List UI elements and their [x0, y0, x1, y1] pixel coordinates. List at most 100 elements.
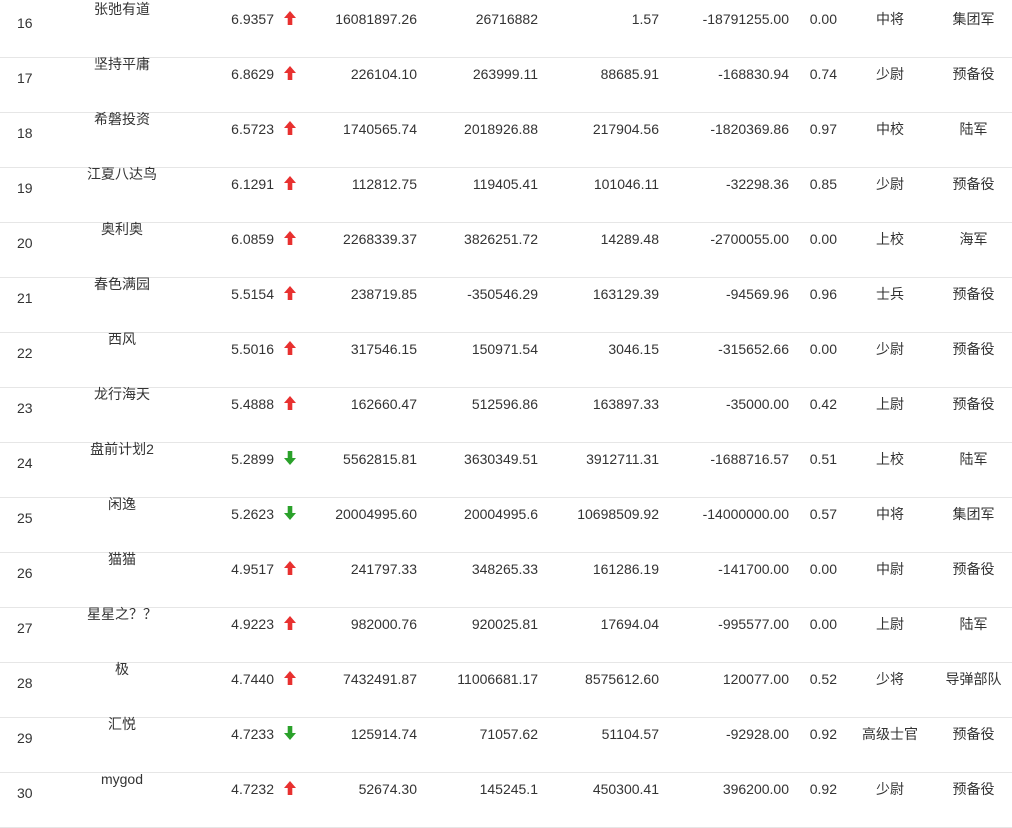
name-cell[interactable]: 盘前计划2	[40, 440, 204, 458]
ratio-cell: 0.85	[809, 176, 837, 192]
table-row[interactable]: 30 mygod 4.7232 52674.30 145245.1 450300.41 39…	[0, 770, 1012, 828]
military-rank-cell: 上尉	[876, 396, 904, 412]
value-cell: 52674.30	[358, 781, 417, 797]
table-row[interactable]: 19 江夏八达鸟 6.1291 112812.75 119405.41 101046.11…	[0, 165, 1012, 223]
arrow-up-icon	[283, 560, 297, 578]
value-cell: 119405.41	[472, 176, 538, 192]
table-row[interactable]: 23 龙行海天 5.4888 162660.47 512596.86 163897.33 -…	[0, 385, 1012, 443]
value-cell: -32298.36	[725, 176, 789, 192]
table-row[interactable]: 17 坚持平庸 6.8629 226104.10 263999.11 88685.91 -1…	[0, 55, 1012, 113]
ratio-cell: 0.92	[809, 781, 837, 797]
ratio-cell: 0.57	[809, 506, 837, 522]
value-cell: 3826251.72	[464, 231, 538, 247]
score-cell: 4.7440	[231, 671, 274, 687]
name-cell[interactable]: 春色满园	[40, 275, 204, 293]
military-rank-cell: 少尉	[876, 176, 904, 192]
arrow-up-icon	[283, 65, 297, 83]
ratio-cell: 0.74	[809, 66, 837, 82]
value-cell: 317546.15	[350, 341, 417, 357]
score-cell: 4.9517	[231, 561, 274, 577]
ratio-cell: 0.97	[809, 121, 837, 137]
table-row[interactable]: 24 盘前计划2 5.2899 5562815.81 3630349.51 3912711…	[0, 440, 1012, 498]
rank-cell: 17	[17, 70, 33, 86]
name-cell[interactable]: 龙行海天	[40, 385, 204, 403]
name-cell[interactable]: 猫猫	[40, 550, 204, 568]
table-row[interactable]: 26 猫猫 4.9517 241797.33 348265.33 161286.19 -14…	[0, 550, 1012, 608]
name-cell[interactable]: 西风	[40, 330, 204, 348]
value-cell: -92928.00	[725, 726, 789, 742]
rank-cell: 30	[17, 785, 33, 801]
name-cell[interactable]: 闲逸	[40, 495, 204, 513]
value-cell: 125914.74	[350, 726, 417, 742]
table-row[interactable]: 16 张弛有道 6.9357 16081897.26 26716882 1.57 -1879…	[0, 0, 1012, 58]
rank-cell: 29	[17, 730, 33, 746]
military-rank-cell: 中将	[876, 506, 904, 522]
value-cell: 396200.00	[722, 781, 789, 797]
ratio-cell: 0.00	[809, 341, 837, 357]
name-cell[interactable]: 极	[40, 660, 204, 678]
value-cell: 263999.11	[472, 66, 538, 82]
arrow-up-icon	[283, 10, 297, 28]
name-cell[interactable]: 汇悦	[40, 715, 204, 733]
table-row[interactable]: 22 西风 5.5016 317546.15 150971.54 3046.15 -3156…	[0, 330, 1012, 388]
table-row[interactable]: 29 汇悦 4.7233 125914.74 71057.62 51104.57 -9292…	[0, 715, 1012, 773]
army-cell: 预备役	[952, 561, 995, 577]
table-row[interactable]: 18 希磐投资 6.5723 1740565.74 2018926.88 217904.5…	[0, 110, 1012, 168]
arrow-up-icon	[283, 120, 297, 138]
score-cell: 4.7233	[231, 726, 274, 742]
table-row[interactable]: 20 奥利奥 6.0859 2268339.37 3826251.72 14289.48 -…	[0, 220, 1012, 278]
value-cell: 226104.10	[350, 66, 417, 82]
military-rank-cell: 中将	[876, 11, 904, 27]
arrow-up-icon	[283, 175, 297, 193]
name-cell[interactable]: 星星之？？	[40, 605, 204, 623]
army-cell: 预备役	[952, 781, 995, 797]
value-cell: 112812.75	[351, 176, 417, 192]
value-cell: 1.57	[631, 11, 659, 27]
value-cell: 162660.47	[350, 396, 417, 412]
army-cell: 预备役	[952, 726, 995, 742]
value-cell: 14289.48	[600, 231, 659, 247]
rank-cell: 26	[17, 565, 33, 581]
value-cell: 16081897.26	[335, 11, 417, 27]
score-cell: 5.5154	[231, 286, 274, 302]
table-row[interactable]: 27 星星之？？ 4.9223 982000.76 920025.81 17694.04 -…	[0, 605, 1012, 663]
arrow-up-icon	[283, 395, 297, 413]
value-cell: 450300.41	[592, 781, 659, 797]
score-cell: 6.8629	[231, 66, 274, 82]
value-cell: -350546.29	[467, 286, 538, 302]
table-row[interactable]: 21 春色满园 5.5154 238719.85 -350546.29 163129.39…	[0, 275, 1012, 333]
table-row[interactable]: 28 极 4.7440 7432491.87 11006681.17 8575612.60…	[0, 660, 1012, 718]
table-row[interactable]: 25 闲逸 5.2623 20004995.60 20004995.6 10698509.…	[0, 495, 1012, 553]
ratio-cell: 0.51	[809, 451, 837, 467]
military-rank-cell: 少尉	[876, 66, 904, 82]
name-cell[interactable]: 奥利奥	[40, 220, 204, 238]
ratio-cell: 0.00	[809, 11, 837, 27]
value-cell: 51104.57	[601, 726, 659, 742]
value-cell: 20004995.6	[464, 506, 538, 522]
score-cell: 5.2623	[231, 506, 274, 522]
military-rank-cell: 中尉	[876, 561, 904, 577]
arrow-down-icon	[283, 450, 297, 468]
army-cell: 预备役	[952, 341, 995, 357]
name-cell[interactable]: mygod	[40, 770, 204, 788]
name-cell[interactable]: 坚持平庸	[40, 55, 204, 73]
value-cell: 982000.76	[350, 616, 417, 632]
value-cell: -168830.94	[718, 66, 789, 82]
value-cell: -94569.96	[725, 286, 789, 302]
ranking-table: 16 张弛有道 6.9357 16081897.26 26716882 1.57 -1879…	[0, 0, 1012, 828]
value-cell: -1688716.57	[710, 451, 789, 467]
value-cell: 71057.62	[479, 726, 538, 742]
army-cell: 集团军	[952, 506, 995, 522]
value-cell: 5562815.81	[343, 451, 417, 467]
name-cell[interactable]: 希磐投资	[40, 110, 204, 128]
arrow-up-icon	[283, 340, 297, 358]
military-rank-cell: 少将	[876, 671, 904, 687]
ratio-cell: 0.42	[809, 396, 837, 412]
value-cell: -315652.66	[718, 341, 789, 357]
value-cell: 145245.1	[479, 781, 538, 797]
value-cell: 920025.81	[471, 616, 538, 632]
rank-cell: 24	[17, 455, 33, 471]
name-cell[interactable]: 张弛有道	[40, 0, 204, 18]
rank-cell: 20	[17, 235, 33, 251]
name-cell[interactable]: 江夏八达鸟	[40, 165, 204, 183]
